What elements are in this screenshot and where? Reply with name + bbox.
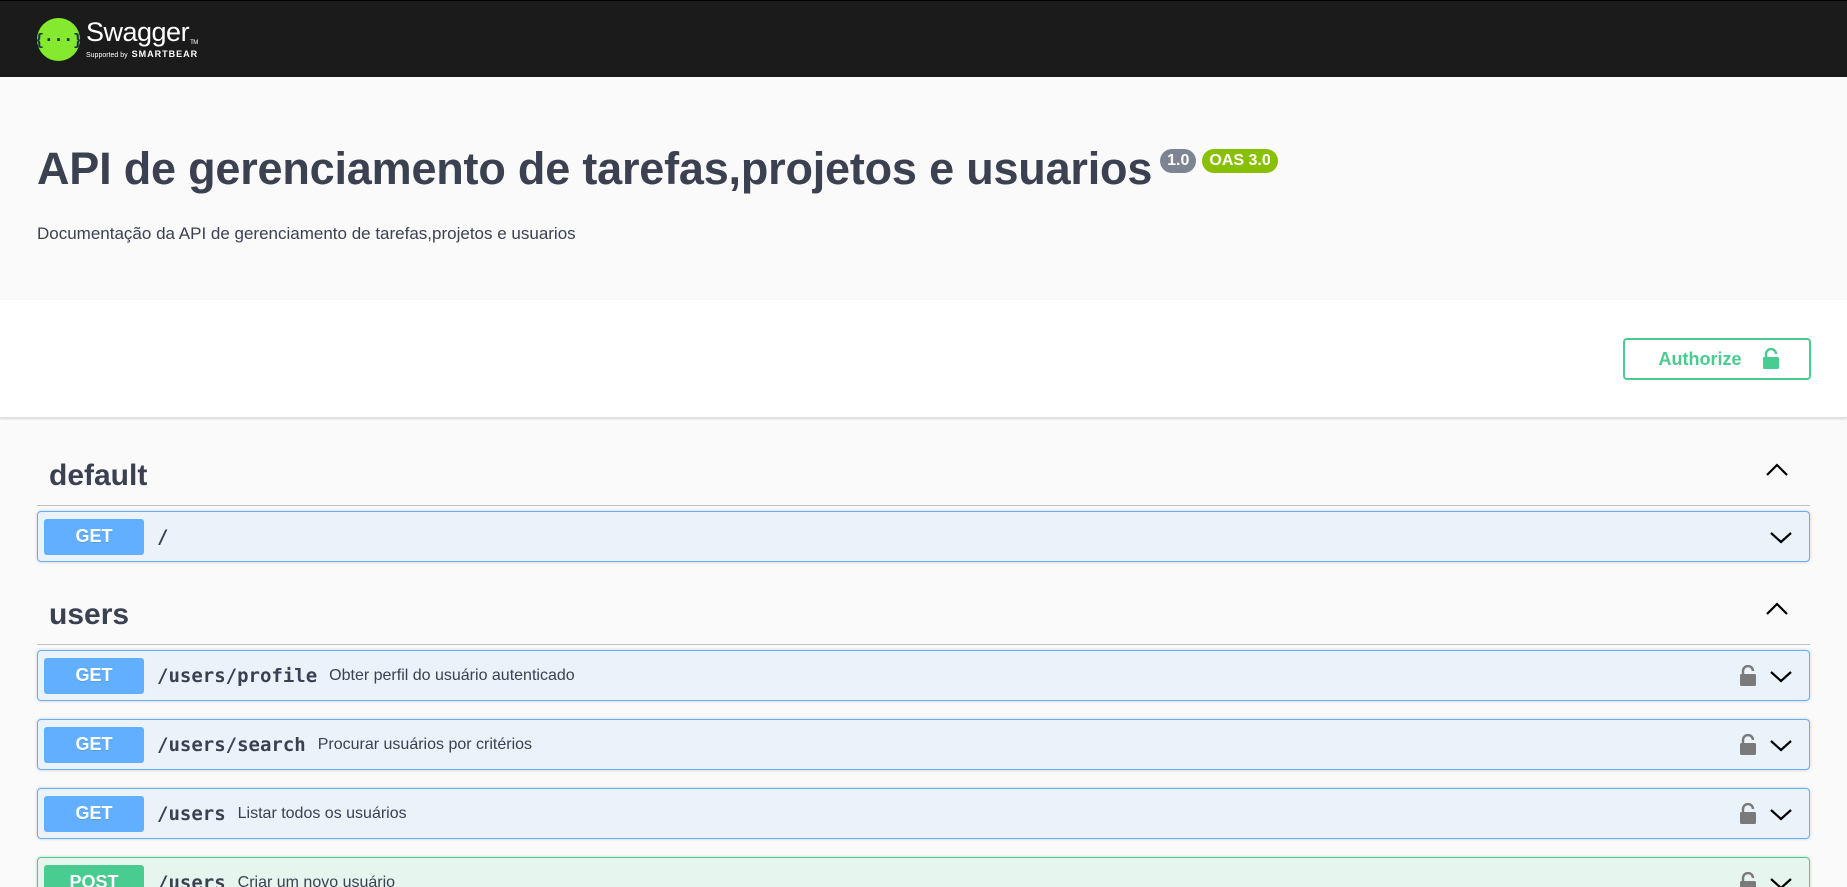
tag-section-users: users GET /users/profile Obter perfil do… bbox=[37, 562, 1810, 887]
chevron-down-icon[interactable] bbox=[1769, 668, 1793, 684]
chevron-down-icon[interactable] bbox=[1769, 875, 1793, 887]
svg-text:{···}: {···} bbox=[37, 30, 80, 49]
tag-section-default: default GET / bbox=[37, 418, 1810, 562]
oas-badge: OAS 3.0 bbox=[1202, 149, 1278, 173]
topbar: {···} SwaggerTM Supported by SMARTBEAR bbox=[0, 0, 1847, 77]
endpoint-path: /users/profile bbox=[157, 664, 318, 687]
opblock-get-users-profile[interactable]: GET /users/profile Obter perfil do usuár… bbox=[37, 650, 1810, 701]
supported-by-label: Supported by bbox=[86, 52, 128, 59]
endpoint-path: / bbox=[157, 525, 169, 548]
swagger-logo-link[interactable]: {···} SwaggerTM Supported by SMARTBEAR bbox=[37, 17, 199, 61]
api-title: API de gerenciamento de tarefas,projetos… bbox=[37, 143, 1153, 194]
smartbear-label: SMARTBEAR bbox=[131, 49, 199, 59]
opblock-get-users-search[interactable]: GET /users/search Procurar usuários por … bbox=[37, 719, 1810, 770]
endpoint-summary: Obter perfil do usuário autenticado bbox=[329, 666, 575, 684]
lock-icon[interactable] bbox=[1739, 871, 1757, 887]
authorize-label: Authorize bbox=[1658, 348, 1742, 369]
brand-tm: TM bbox=[190, 40, 198, 46]
authorize-button[interactable]: Authorize bbox=[1623, 338, 1811, 380]
method-badge: GET bbox=[44, 795, 144, 832]
opblock-get-root[interactable]: GET / bbox=[37, 511, 1810, 562]
tag-header-users[interactable]: users bbox=[37, 562, 1810, 645]
api-description: Documentação da API de gerenciamento de … bbox=[37, 224, 576, 244]
endpoint-summary: Listar todos os usuários bbox=[237, 804, 407, 822]
method-badge: POST bbox=[44, 864, 144, 887]
endpoint-summary: Criar um novo usuário bbox=[237, 873, 396, 887]
chevron-down-icon[interactable] bbox=[1769, 737, 1793, 753]
chevron-up-icon[interactable] bbox=[1764, 599, 1798, 632]
endpoint-summary: Procurar usuários por critérios bbox=[317, 735, 533, 753]
tag-header-default[interactable]: default bbox=[37, 418, 1810, 506]
lock-icon[interactable] bbox=[1739, 733, 1757, 756]
endpoint-path: /users bbox=[157, 871, 226, 887]
method-badge: GET bbox=[44, 657, 144, 694]
endpoint-path: /users/search bbox=[157, 733, 306, 756]
lock-open-icon bbox=[1762, 348, 1780, 370]
method-badge: GET bbox=[44, 518, 144, 555]
endpoint-path: /users bbox=[157, 802, 226, 825]
chevron-down-icon[interactable] bbox=[1769, 806, 1793, 822]
method-badge: GET bbox=[44, 726, 144, 763]
lock-icon[interactable] bbox=[1739, 664, 1757, 687]
brand-name: Swagger bbox=[86, 17, 190, 47]
api-info: API de gerenciamento de tarefas,projetos… bbox=[0, 77, 1847, 300]
scheme-container: Authorize bbox=[0, 300, 1847, 418]
swagger-logo-icon: {···} bbox=[37, 17, 80, 61]
chevron-down-icon[interactable] bbox=[1769, 529, 1793, 545]
opblock-post-users[interactable]: POST /users Criar um novo usuário bbox=[37, 857, 1810, 887]
tag-name: users bbox=[49, 598, 130, 631]
lock-icon[interactable] bbox=[1739, 802, 1757, 825]
tag-name: default bbox=[49, 459, 148, 492]
operations-content: default GET / users GET /users/profile O… bbox=[0, 418, 1847, 887]
opblock-get-users[interactable]: GET /users Listar todos os usuários bbox=[37, 788, 1810, 839]
chevron-up-icon[interactable] bbox=[1764, 460, 1798, 493]
version-badge: 1.0 bbox=[1160, 149, 1197, 173]
